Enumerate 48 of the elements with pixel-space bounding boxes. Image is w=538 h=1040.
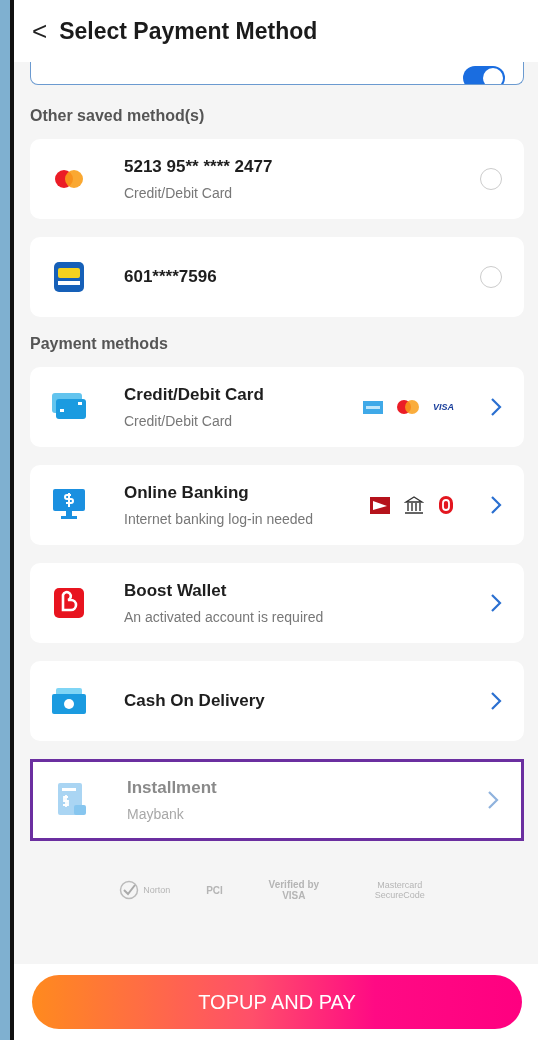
checkmark-seal-icon xyxy=(119,880,140,900)
chevron-right-icon xyxy=(490,397,502,417)
saved-method-row[interactable]: 601****7596 xyxy=(30,237,524,317)
card-logo-icon xyxy=(397,400,419,414)
card-logo-icon xyxy=(54,169,84,189)
trust-badge-logo: Norton xyxy=(143,885,171,895)
bank-logo-icon xyxy=(438,495,454,515)
payment-method-row[interactable]: Boost Wallet An activated account is required xyxy=(30,563,524,643)
cash-icon xyxy=(52,688,86,714)
method-subtitle: Maybank xyxy=(127,806,185,822)
payment-method-row[interactable]: Cash On Delivery xyxy=(30,661,524,741)
saved-method-row[interactable]: 5213 95** **** 2477 Credit/Debit Card xyxy=(30,139,524,219)
method-title: Boost Wallet xyxy=(124,581,228,601)
method-title: Credit/Debit Card xyxy=(124,385,265,405)
back-button[interactable]: < xyxy=(32,15,48,47)
payment-method-row[interactable]: Online Banking Internet banking log-in needed xyxy=(30,465,524,545)
wallet-logo-icon xyxy=(54,588,84,618)
trust-badge-logo: Verified by VISA xyxy=(267,879,321,901)
page-title: Select Payment Method xyxy=(59,17,318,45)
monitor-dollar-icon xyxy=(53,489,85,521)
credit-card-icon xyxy=(52,393,86,421)
chevron-right-icon xyxy=(490,495,502,515)
method-subtitle: Internet banking log-in needed xyxy=(124,511,315,527)
card-logo-icon xyxy=(363,400,383,414)
method-title: Installment xyxy=(127,778,218,798)
bank-building-icon xyxy=(404,495,424,515)
invoice-dollar-icon xyxy=(58,783,86,817)
method-subtitle: An activated account is required xyxy=(124,609,325,625)
card-brand-logo: VISA xyxy=(433,402,454,412)
bank-logo-icon xyxy=(370,496,390,514)
section-heading: Other saved method(s) xyxy=(30,106,206,126)
wallet-logo-icon xyxy=(54,262,84,292)
method-title: 5213 95** **** 2477 xyxy=(124,157,274,177)
method-subtitle: Credit/Debit Card xyxy=(124,413,234,429)
method-title: Cash On Delivery xyxy=(124,691,266,711)
chevron-right-icon xyxy=(490,593,502,613)
chevron-right-icon xyxy=(490,691,502,711)
method-title: Online Banking xyxy=(124,483,250,503)
section-heading: Payment methods xyxy=(30,334,169,354)
trust-badge-logo: PCI xyxy=(206,884,223,896)
toggle-switch[interactable] xyxy=(463,66,505,84)
payment-method-row[interactable]: Credit/Debit Card Credit/Debit Card VISA xyxy=(30,367,524,447)
method-title: 601****7596 xyxy=(124,267,218,287)
method-subtitle: Credit/Debit Card xyxy=(124,185,234,201)
radio-button[interactable] xyxy=(480,266,502,288)
chevron-right-icon xyxy=(487,790,499,810)
trust-badge-logo: Mastercard SecureCode xyxy=(373,880,426,900)
radio-button[interactable] xyxy=(480,168,502,190)
